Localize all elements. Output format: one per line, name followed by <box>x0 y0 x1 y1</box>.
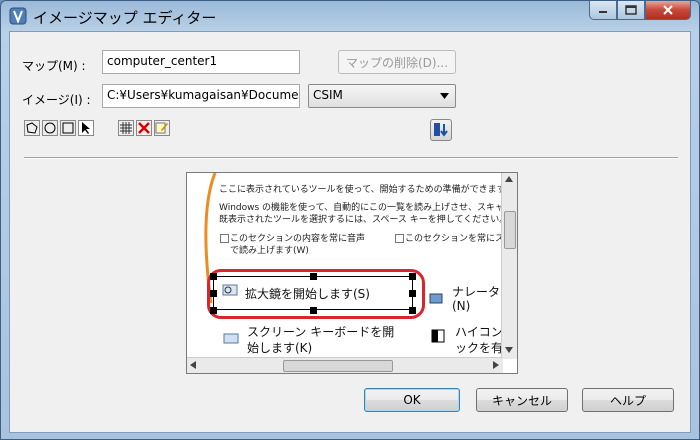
resize-handle[interactable] <box>310 307 317 314</box>
window-title: イメージマップ エディター <box>33 9 217 27</box>
cancel-button[interactable]: キャンセル <box>476 388 568 412</box>
narrator-icon <box>429 293 443 304</box>
resize-handle[interactable] <box>210 307 217 314</box>
resize-handle[interactable] <box>310 273 317 280</box>
order-down-icon <box>434 123 448 137</box>
resize-handle[interactable] <box>409 290 416 297</box>
preview-horizontal-scrollbar[interactable] <box>187 357 503 373</box>
title-bar[interactable]: イメージマップ エディター <box>1 1 699 31</box>
chevron-down-icon <box>440 93 449 99</box>
resize-handle[interactable] <box>210 290 217 297</box>
minimize-icon <box>599 11 607 13</box>
preview-checkbox-2 <box>395 234 404 243</box>
pointer-icon <box>82 122 90 134</box>
maximize-icon <box>625 5 637 15</box>
preview-keyboard-a: スクリーン キーボードを開 <box>247 325 395 339</box>
contrast-icon <box>431 329 445 343</box>
dialog-body: マップ(M) : computer_center1 マップの削除(D)... イ… <box>9 31 691 433</box>
grid-button[interactable] <box>118 120 134 136</box>
preview-checkbox-1 <box>220 234 229 243</box>
delete-x-icon <box>138 122 150 134</box>
image-preview: ここに表示されているツールを使って、開始するための準備ができます。 Window… <box>186 172 518 374</box>
rectangle-icon <box>62 122 74 134</box>
preview-line-3: 既表示されたツールを選択するには、スペース キーを押してください。 <box>219 215 509 225</box>
selected-area-rect[interactable] <box>213 276 413 310</box>
preview-narrator-b: (N) <box>452 299 471 313</box>
app-icon <box>9 7 27 25</box>
grid-icon <box>120 122 132 134</box>
preview-keyboard-b: 始します(K) <box>247 341 313 355</box>
polygon-icon <box>26 122 38 134</box>
format-select[interactable]: CSIM <box>308 84 456 108</box>
move-down-button[interactable] <box>430 119 452 141</box>
image-path-input[interactable]: C:¥Users¥kumagaisan¥Docume <box>102 84 300 108</box>
ok-button[interactable]: OK <box>364 388 460 412</box>
resize-handle[interactable] <box>409 273 416 280</box>
horizontal-scroll-thumb[interactable] <box>283 360 393 372</box>
circle-icon <box>44 122 56 134</box>
edit-pencil-icon <box>155 122 168 134</box>
scroll-left-icon <box>190 361 196 369</box>
format-select-value: CSIM <box>313 88 343 102</box>
vertical-scroll-thumb[interactable] <box>504 211 516 249</box>
help-button[interactable]: ヘルプ <box>582 388 674 412</box>
circle-tool-button[interactable] <box>42 120 58 136</box>
delete-area-button[interactable] <box>136 120 152 136</box>
preview-check-1b: で読み上げます(W) <box>230 246 309 256</box>
scroll-down-icon <box>505 347 513 353</box>
keyboard-icon <box>223 333 239 344</box>
close-button[interactable] <box>645 1 691 20</box>
delete-map-button[interactable]: マップの削除(D)... <box>338 50 456 74</box>
close-icon <box>663 5 673 15</box>
map-label: マップ(M) : <box>22 59 86 73</box>
separator <box>24 157 678 159</box>
minimize-button[interactable] <box>589 1 617 20</box>
scroll-right-icon <box>493 361 499 369</box>
edit-properties-button[interactable] <box>154 120 170 136</box>
maximize-button[interactable] <box>617 1 645 20</box>
scroll-up-icon <box>505 176 513 182</box>
map-name-input[interactable]: computer_center1 <box>102 50 300 74</box>
resize-handle[interactable] <box>409 307 416 314</box>
rectangle-tool-button[interactable] <box>60 120 76 136</box>
resize-handle[interactable] <box>210 273 217 280</box>
preview-line-1: ここに表示されているツールを使って、開始するための準備ができます。 <box>219 185 514 195</box>
pointer-tool-button[interactable] <box>78 120 94 136</box>
editor-window: イメージマップ エディター マップ(M) : computer_center1 … <box>0 0 700 440</box>
preview-vertical-scrollbar[interactable] <box>501 173 517 359</box>
polygon-tool-button[interactable] <box>24 120 40 136</box>
image-label: イメージ(I) : <box>22 93 91 107</box>
